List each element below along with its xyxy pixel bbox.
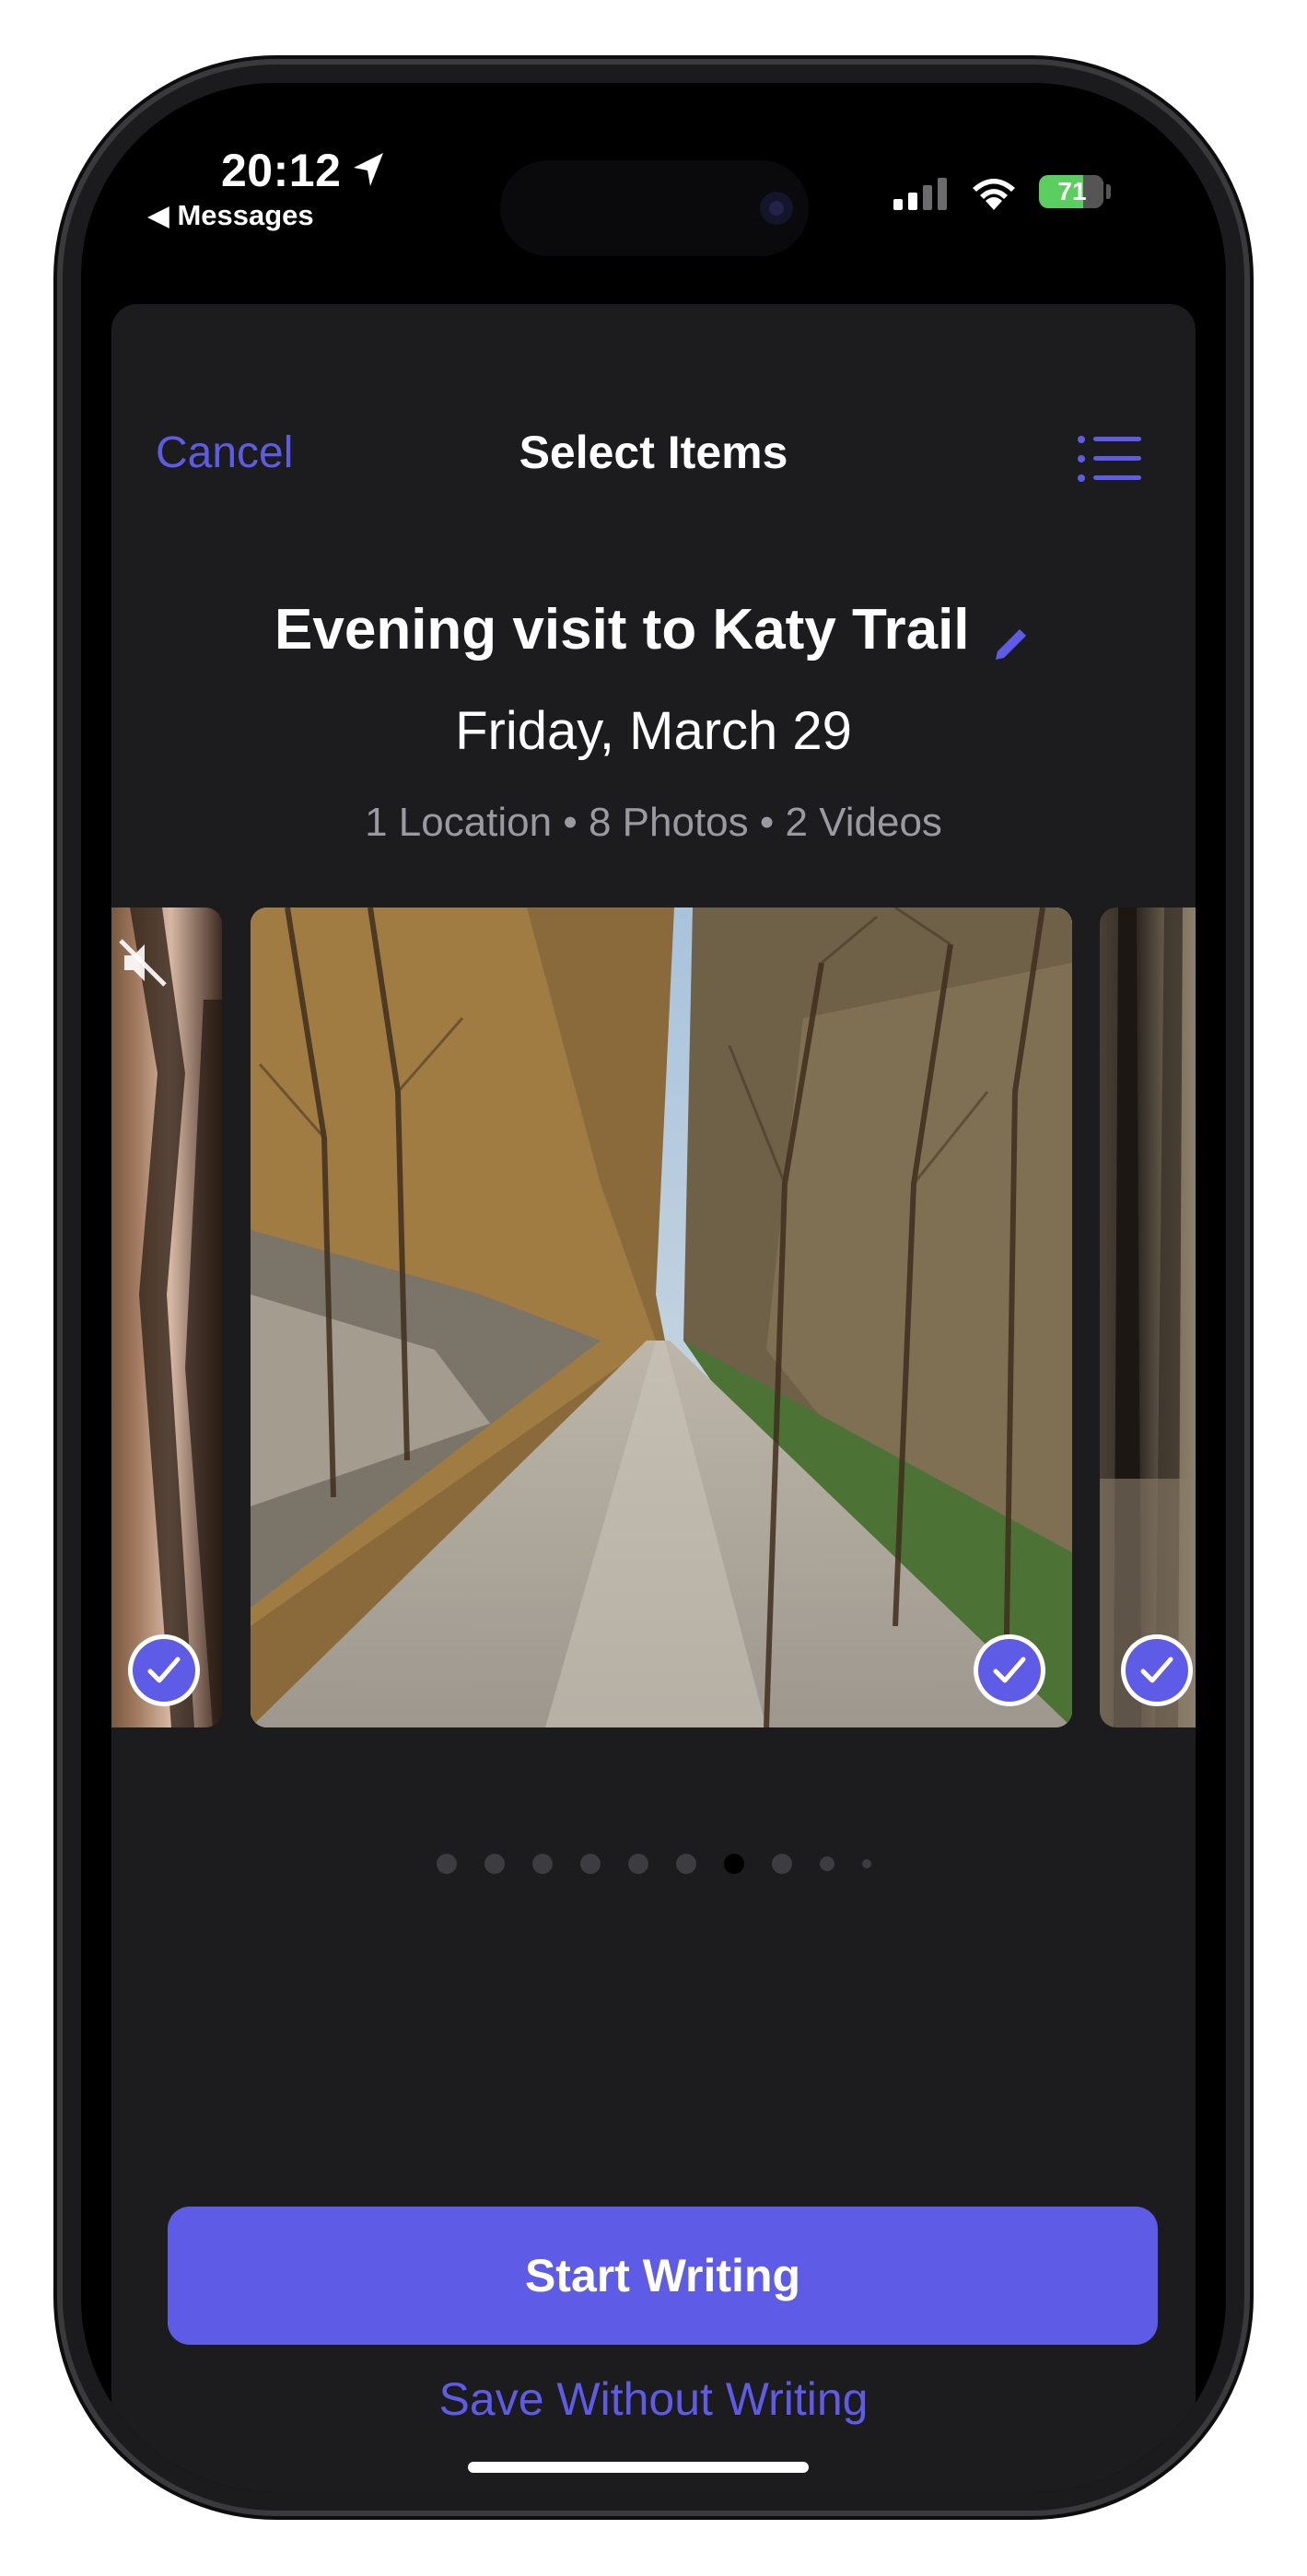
pencil-icon[interactable]	[988, 623, 1033, 667]
page-title: Select Items	[519, 427, 788, 478]
battery-tip	[1106, 184, 1111, 199]
media-item-video[interactable]	[111, 907, 222, 1727]
save-without-writing-button[interactable]: Save Without Writing	[111, 2372, 1196, 2426]
checkmark-icon	[993, 1657, 1026, 1683]
entry-title: Evening visit to Katy Trail	[274, 598, 970, 662]
select-items-sheet: Cancel Select Items Evening visit to Kat…	[111, 304, 1196, 2492]
location-arrow-icon	[354, 153, 383, 186]
selected-checkmark[interactable]	[133, 1639, 195, 1702]
entry-meta: 1 Location • 8 Photos • 2 Videos	[365, 800, 942, 845]
media-item-photo[interactable]	[1100, 907, 1196, 1727]
entry-date: Friday, March 29	[455, 701, 852, 761]
dynamic-island	[500, 160, 809, 256]
page-dot[interactable]	[819, 1856, 834, 1871]
page-indicator[interactable]	[111, 1854, 1196, 1881]
back-to-messages-link[interactable]: ◀ Messages	[147, 199, 314, 232]
page-dot[interactable]	[627, 1854, 648, 1874]
checkmark-icon	[147, 1657, 181, 1683]
page-dot[interactable]	[771, 1854, 792, 1874]
selected-checkmark[interactable]	[978, 1639, 1041, 1702]
page-dot[interactable]	[436, 1854, 457, 1874]
page-dot[interactable]	[861, 1859, 871, 1868]
page-dot[interactable]	[531, 1854, 553, 1874]
page-dot[interactable]	[484, 1854, 505, 1874]
entry-title-row: Evening visit to Katy Trail	[111, 597, 1196, 667]
status-time: 20:12	[221, 145, 342, 196]
checkmark-icon	[1140, 1657, 1173, 1683]
media-item-photo[interactable]	[251, 907, 1072, 1727]
page-dot-current[interactable]	[723, 1854, 744, 1874]
battery-charging-icon: 71	[1039, 175, 1103, 208]
home-indicator[interactable]	[468, 2462, 809, 2473]
phone-screen: 20:12 ◀ Messages 71 Cancel Select Items …	[81, 83, 1226, 2492]
battery-level: 71	[1057, 177, 1087, 205]
mute-icon	[119, 939, 167, 987]
page-dot[interactable]	[675, 1854, 696, 1874]
media-carousel[interactable]	[111, 907, 1196, 1727]
start-writing-button[interactable]: Start Writing	[168, 2207, 1158, 2345]
cellular-signal-icon	[893, 178, 947, 210]
selected-checkmark[interactable]	[1126, 1639, 1188, 1702]
wifi-icon	[973, 179, 1015, 210]
list-icon[interactable]	[1077, 435, 1141, 483]
page-dot[interactable]	[579, 1854, 601, 1874]
